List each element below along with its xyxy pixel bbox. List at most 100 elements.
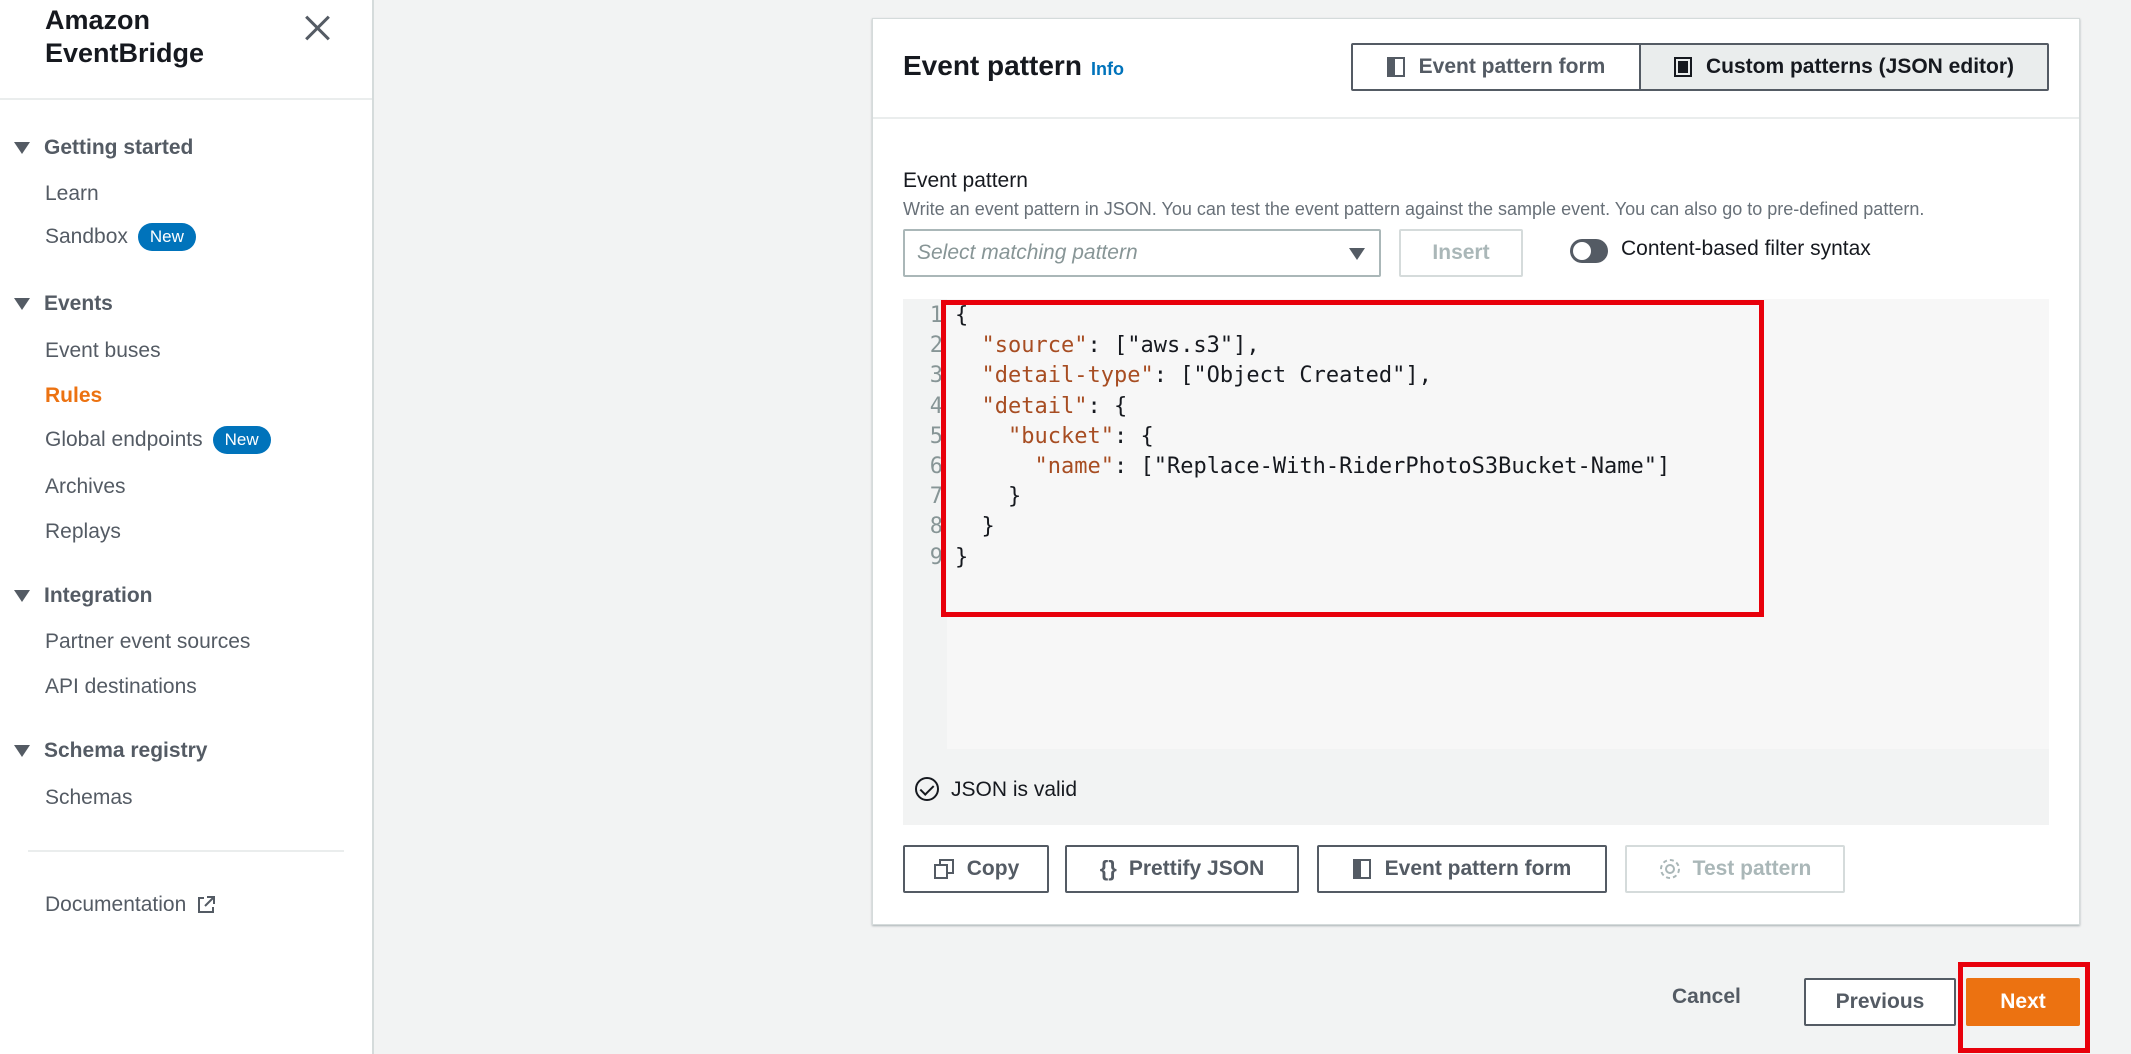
code-line: "bucket": { [1007,423,1154,449]
cancel-button[interactable]: Cancel [1672,985,1741,1009]
caret-down-icon [14,142,30,154]
line-number: 7 [929,484,943,510]
content-filter-toggle[interactable] [1570,239,1608,263]
caret-down-icon [1349,248,1365,260]
divider [28,850,344,852]
toggle-label: Content-based filter syntax [1621,237,1871,260]
copy-button[interactable]: Copy [903,845,1049,893]
nav-item-label: Global endpoints [45,428,203,451]
segment-label: Event pattern form [1418,55,1606,78]
section-label: Integration [44,584,153,607]
previous-button[interactable]: Previous [1804,978,1956,1026]
code-line: "name": ["Replace-With-RiderPhotoS3Bucke… [1034,454,1671,479]
info-link[interactable]: Info [1091,59,1124,80]
select-placeholder: Select matching pattern [917,241,1138,264]
brand-line-2: EventBridge [45,38,205,68]
line-number: 4 [929,393,943,419]
code-line: } [955,484,1022,510]
line-number: 3 [929,363,943,389]
button-label: Copy [966,857,1020,880]
section-schema-registry[interactable]: Schema registry [14,739,207,763]
code-line: } [955,514,995,540]
divider [0,98,372,100]
nav-item-replays[interactable]: Replays [45,520,121,544]
validation-bar: JSON is valid [903,749,2049,825]
button-label: Test pattern [1692,857,1812,880]
test-pattern-button[interactable]: Test pattern [1625,845,1845,893]
event-pattern-panel: Event pattern Info Event pattern form Cu… [872,18,2080,925]
line-number: 1 [929,303,943,328]
panel-icon [1386,57,1405,77]
nav-item-rules[interactable]: Rules [45,384,102,408]
section-label: Schema registry [44,739,208,762]
nav-item-label: Partner event sources [45,630,251,653]
braces-icon: {} [1099,856,1117,881]
line-number: 6 [929,454,943,479]
nav-item-global-endpoints[interactable]: Global endpoints New [45,426,271,454]
next-button[interactable]: Next [1966,978,2080,1026]
button-label: Prettify JSON [1128,857,1265,880]
section-events[interactable]: Events [14,292,113,316]
panel-header: Event pattern Info Event pattern form Cu… [873,19,2079,119]
section-integration[interactable]: Integration [14,584,153,608]
matching-pattern-select[interactable]: Select matching pattern [903,229,1381,277]
code-line: "source": ["aws.s3"], [981,333,1260,359]
nav-item-learn[interactable]: Learn [45,182,99,206]
brand-line-1: Amazon [45,5,151,35]
button-label: Event pattern form [1384,857,1572,880]
segment-json-editor[interactable]: Custom patterns (JSON editor) [1639,43,2049,91]
code-line: "detail": { [981,393,1128,419]
nav-item-archives[interactable]: Archives [45,475,126,499]
segment-event-pattern-form[interactable]: Event pattern form [1351,43,1641,91]
section-getting-started[interactable]: Getting started [14,136,193,160]
field-label: Event pattern [903,169,1028,192]
line-number: 8 [929,514,943,540]
nav-item-event-buses[interactable]: Event buses [45,339,161,363]
json-editor[interactable]: 1 2 3 4 5 6 7 8 9 { "source": ["aws.s3"], "detai… [903,299,2049,749]
code-line: "detail-type": ["Object Created"], [981,363,1432,389]
nav-item-label: Documentation [45,893,187,916]
sidebar: Amazon EventBridge Getting started Learn … [0,0,374,1054]
check-circle-icon [915,777,939,801]
nav-item-label: Replays [45,520,121,543]
line-number: 9 [929,544,943,570]
event-pattern-form-button[interactable]: Event pattern form [1317,845,1607,893]
brand-title: Amazon EventBridge [45,4,204,70]
code-area[interactable]: { "source": ["aws.s3"], "detail-type": [… [947,299,2049,749]
line-number-gutter: 1 2 3 4 5 6 7 8 9 [903,299,947,749]
line-number: 2 [929,333,943,359]
gear-icon [1659,859,1680,879]
nav-item-api-destinations[interactable]: API destinations [45,675,197,699]
new-badge: New [137,223,196,251]
nav-item-schemas[interactable]: Schemas [45,786,133,810]
nav-item-label: Schemas [45,786,133,809]
toggle-knob [1573,242,1591,260]
nav-item-documentation[interactable]: Documentation [45,893,216,917]
caret-down-icon [14,745,30,757]
nav-item-label: Learn [45,182,99,205]
code-line: } [955,544,969,570]
nav-item-label: Event buses [45,339,161,362]
panel-title: Event pattern [903,50,1082,81]
code-line: { [955,303,969,328]
caret-down-icon [14,590,30,602]
panel-icon [1352,859,1371,879]
section-label: Getting started [44,136,194,159]
new-badge: New [212,426,271,454]
nav-item-label: Sandbox [45,225,128,248]
section-label: Events [44,292,113,315]
insert-button[interactable]: Insert [1399,229,1523,277]
line-number: 5 [929,423,943,449]
nav-item-label: API destinations [45,675,197,698]
external-link-icon [198,896,216,913]
field-description: Write an event pattern in JSON. You can … [903,199,1925,219]
prettify-json-button[interactable]: {} Prettify JSON [1065,845,1299,893]
nav-item-partner-event-sources[interactable]: Partner event sources [45,630,250,654]
segment-label: Custom patterns (JSON editor) [1705,55,2015,78]
editor-icon [1673,57,1692,77]
close-icon[interactable] [300,10,336,46]
validation-text: JSON is valid [951,778,1078,801]
nav-item-label: Rules [45,384,103,407]
nav-item-sandbox[interactable]: Sandbox New [45,223,196,251]
caret-down-icon [14,298,30,310]
